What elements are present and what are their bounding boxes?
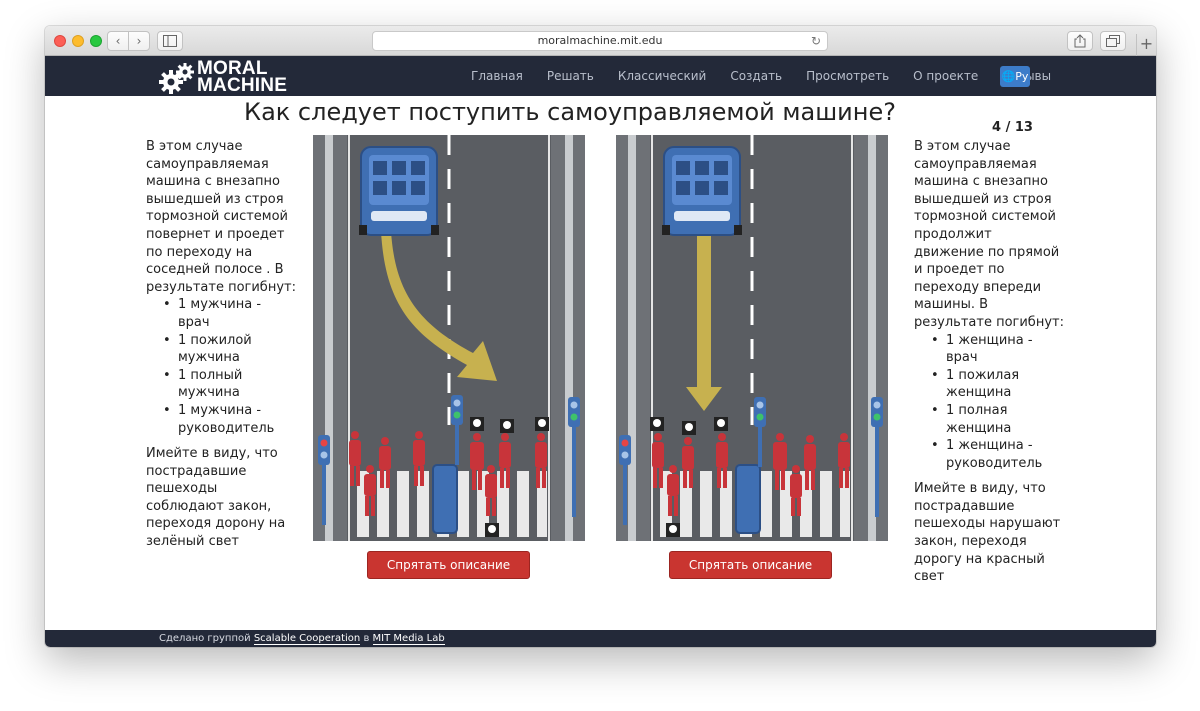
nav-home[interactable]: Главная <box>471 69 523 83</box>
browser-window: ‹ › moralmachine.mit.edu ↻ + MORAL MACHI… <box>45 26 1156 647</box>
browser-toolbar: ‹ › moralmachine.mit.edu ↻ + <box>45 26 1156 56</box>
barrier-icon <box>735 464 761 534</box>
scalable-cooperation-link[interactable]: Scalable Cooperation <box>253 633 361 645</box>
mit-media-lab-link[interactable]: MIT Media Lab <box>372 633 445 645</box>
share-button[interactable] <box>1067 31 1093 51</box>
left-intro: В этом случае самоуправляемая машина с в… <box>146 139 296 295</box>
list-item: 1 полная женщина <box>931 402 1064 437</box>
address-bar[interactable]: moralmachine.mit.edu ↻ <box>372 31 828 51</box>
tabs-icon <box>1106 35 1120 47</box>
right-victims-list: 1 женщина - врач 1 пожилая женщина 1 пол… <box>914 332 1064 473</box>
forward-button[interactable]: › <box>128 31 150 51</box>
list-item: 1 пожилая женщина <box>931 367 1064 402</box>
close-window-button[interactable] <box>54 35 66 47</box>
list-item: 1 полный мужчина <box>163 367 296 402</box>
nav-browse[interactable]: Просмотреть <box>806 69 889 83</box>
language-button[interactable]: 🌐Ру <box>1000 66 1030 87</box>
logo-wordmark: MORAL MACHINE <box>197 59 288 96</box>
main-nav: Главная Решать Классический Создать Прос… <box>471 56 1075 96</box>
globe-icon: 🌐 <box>1001 70 1016 83</box>
right-hide-description-button[interactable]: Спрятать описание <box>669 551 832 579</box>
sidebar-icon <box>163 35 177 47</box>
site-header: MORAL MACHINE Главная Решать Классически… <box>45 56 1156 96</box>
car-icon <box>359 146 439 236</box>
left-scenario-option[interactable] <box>313 135 585 541</box>
reload-icon[interactable]: ↻ <box>811 32 821 50</box>
url-text: moralmachine.mit.edu <box>537 34 663 47</box>
list-item: 1 мужчина - врач <box>163 296 296 331</box>
list-item: 1 женщина - врач <box>931 332 1064 367</box>
left-scenario-illustration <box>313 135 585 541</box>
new-tab-button[interactable]: + <box>1136 34 1156 56</box>
right-scenario-option[interactable] <box>616 135 888 541</box>
right-intro: В этом случае самоуправляемая машина с в… <box>914 139 1064 330</box>
minimize-window-button[interactable] <box>72 35 84 47</box>
nav-judge[interactable]: Решать <box>547 69 594 83</box>
language-label: Ру <box>1015 70 1029 83</box>
nav-classic[interactable]: Классический <box>618 69 706 83</box>
footer-mid: в <box>363 633 370 644</box>
page-title: Как следует поступить самоуправляемой ма… <box>244 98 896 126</box>
share-icon <box>1074 34 1086 48</box>
site-footer: Сделано группой Scalable Cooperation в M… <box>45 630 1156 647</box>
right-description: В этом случае самоуправляемая машина с в… <box>914 138 1064 586</box>
nav-design[interactable]: Создать <box>730 69 782 83</box>
barrier-icon <box>432 464 458 534</box>
right-scenario-illustration <box>616 135 888 541</box>
nav-about[interactable]: О проекте <box>913 69 978 83</box>
sidebar-button[interactable] <box>157 31 183 51</box>
left-description: В этом случае самоуправляемая машина с в… <box>146 138 296 551</box>
zoom-window-button[interactable] <box>90 35 102 47</box>
list-item: 1 женщина - руководитель <box>931 437 1064 472</box>
gear-logo-icon <box>159 63 194 94</box>
list-item: 1 мужчина - руководитель <box>163 402 296 437</box>
list-item: 1 пожилой мужчина <box>163 332 296 367</box>
main-content: Как следует поступить самоуправляемой ма… <box>45 96 1156 630</box>
logo-line-2: MACHINE <box>197 75 288 96</box>
left-note: Имейте в виду, что пострадавшие пешеходы… <box>146 446 286 550</box>
back-button[interactable]: ‹ <box>107 31 129 51</box>
footer-credit: Сделано группой Scalable Cooperation в M… <box>159 630 445 647</box>
footer-prefix: Сделано группой <box>159 633 251 644</box>
scenario-counter: 4 / 13 <box>992 120 1033 135</box>
left-hide-description-button[interactable]: Спрятать описание <box>367 551 530 579</box>
show-tabs-button[interactable] <box>1100 31 1126 51</box>
right-note: Имейте в виду, что пострадавшие пешеходы… <box>914 481 1061 585</box>
left-victims-list: 1 мужчина - врач 1 пожилой мужчина 1 пол… <box>146 296 296 437</box>
car-icon <box>662 146 742 236</box>
